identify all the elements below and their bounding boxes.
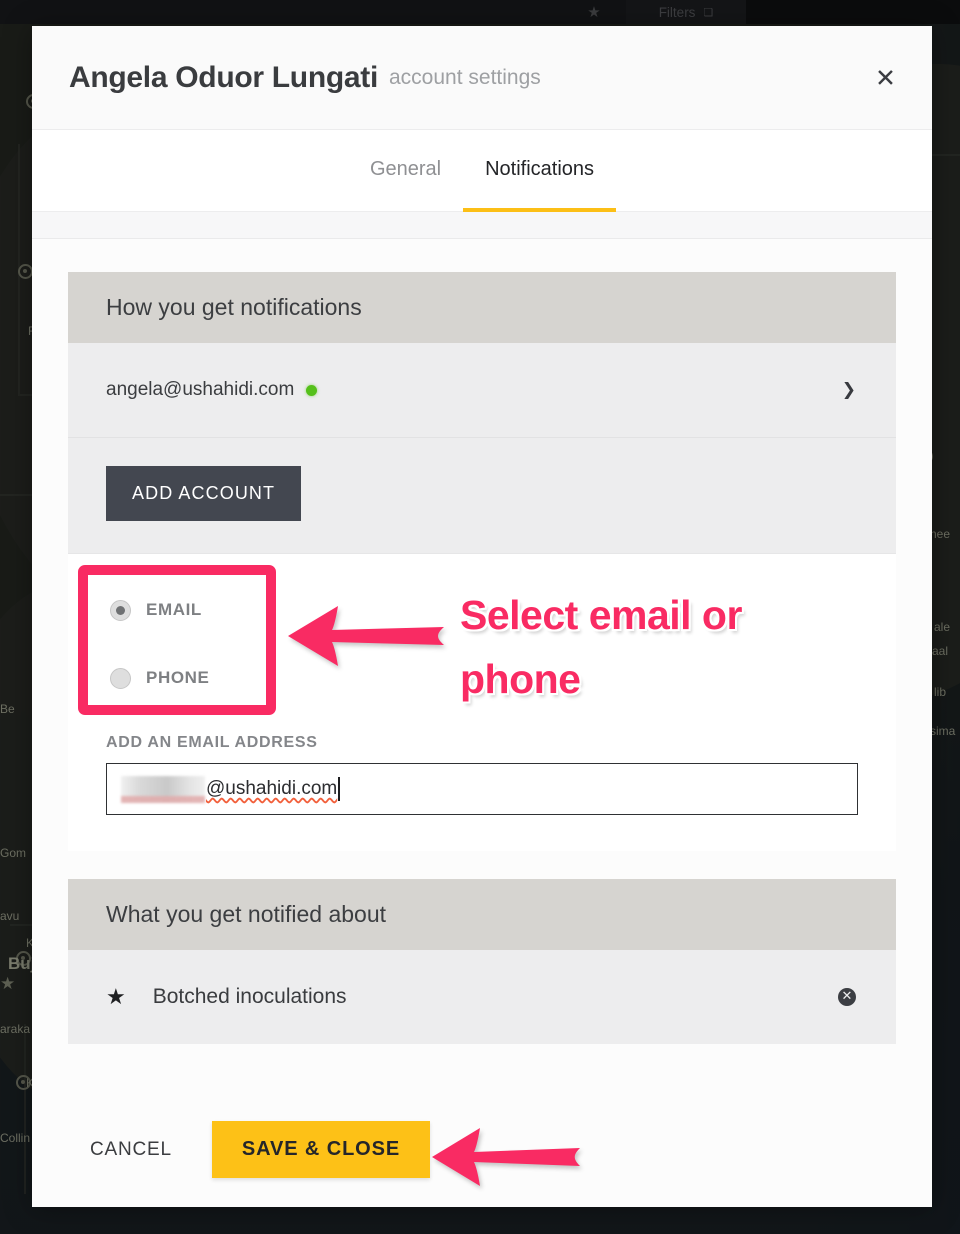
map-label: Be xyxy=(0,702,15,716)
add-account-button[interactable]: ADD ACCOUNT xyxy=(106,466,302,521)
radio-option-phone[interactable]: PHONE xyxy=(110,658,854,698)
map-label: araka xyxy=(0,1022,31,1036)
list-item[interactable]: ★ Botched inoculations ✕ xyxy=(68,950,896,1044)
cancel-button[interactable]: CANCEL xyxy=(68,1127,194,1173)
toolbar-rest xyxy=(746,0,960,24)
radio-option-email[interactable]: EMAIL xyxy=(110,590,854,630)
chevron-down-icon: ❏ xyxy=(703,5,714,19)
toolbar-filters-dropdown[interactable]: Filters ❏ xyxy=(626,0,746,24)
redacted-text-block xyxy=(121,775,205,803)
modal-body: How you get notifications angela@ushahid… xyxy=(32,239,932,1092)
toolbar-filters-label: Filters xyxy=(658,4,696,20)
panel-heading-how-you-get-notifications: How you get notifications xyxy=(68,272,896,343)
map-star-marker[interactable]: ★ xyxy=(0,974,15,994)
how-you-get-notifications-panel: How you get notifications angela@ushahid… xyxy=(68,272,896,851)
notification-account-row[interactable]: angela@ushahidi.com ❯ xyxy=(68,343,896,438)
star-icon: ★ xyxy=(106,984,126,1009)
background-toolbar: ★ Filters ❏ xyxy=(0,0,960,24)
email-field[interactable]: @ushahidi.com xyxy=(106,763,858,815)
tab-general[interactable]: General xyxy=(348,130,463,212)
subscription-label: Botched inoculations xyxy=(152,985,347,1008)
modal-header: Angela Oduor Lungati account settings ✕ xyxy=(32,26,932,130)
map-label: avu xyxy=(0,909,20,923)
modal-footer: CANCEL SAVE & CLOSE xyxy=(32,1092,932,1207)
map-label: sima xyxy=(930,724,956,738)
panel-heading-what-you-get-notified-about: What you get notified about xyxy=(68,879,896,950)
page-subtitle: account settings xyxy=(389,65,541,89)
status-dot-online-icon xyxy=(306,384,318,396)
channel-type-radio-group: EMAIL PHONE xyxy=(106,580,858,716)
email-field-label: ADD AN EMAIL ADDRESS xyxy=(106,734,318,751)
what-you-get-notified-about-panel: What you get notified about ★ Botched in… xyxy=(68,879,896,1044)
close-icon[interactable]: ✕ xyxy=(875,65,896,90)
email-field-value: @ushahidi.com xyxy=(206,778,338,799)
map-label: lib xyxy=(934,685,947,699)
account-email: angela@ushahidi.com xyxy=(106,379,295,400)
tab-notifications[interactable]: Notifications xyxy=(463,130,616,212)
account-settings-modal: Angela Oduor Lungati account settings ✕ … xyxy=(32,26,932,1207)
text-cursor xyxy=(338,777,340,801)
modal-tabs: General Notifications xyxy=(32,130,932,212)
radio-selected-icon xyxy=(110,599,131,621)
chevron-down-icon[interactable]: ❯ xyxy=(842,380,856,400)
tab-strip-divider xyxy=(32,212,932,239)
add-account-actions: ADD ACCOUNT xyxy=(68,438,896,553)
map-label: Collin xyxy=(0,1131,31,1145)
radio-unselected-icon xyxy=(110,667,131,689)
map-label: Gom xyxy=(0,846,27,860)
page-title: Angela Oduor Lungati xyxy=(69,60,378,94)
map-label: nee xyxy=(930,527,951,541)
toolbar-star-icon[interactable]: ★ xyxy=(562,0,626,24)
remove-circle-icon[interactable]: ✕ xyxy=(838,988,856,1006)
radio-label-email: EMAIL xyxy=(146,600,202,619)
save-and-close-button[interactable]: SAVE & CLOSE xyxy=(211,1121,431,1178)
add-account-form: EMAIL PHONE ADD AN EMAIL ADDRESS @ushahi… xyxy=(68,553,896,851)
map-marker[interactable] xyxy=(18,264,33,279)
radio-label-phone: PHONE xyxy=(146,668,210,687)
map-label: ale xyxy=(934,620,951,634)
map-label: aal xyxy=(932,644,949,658)
